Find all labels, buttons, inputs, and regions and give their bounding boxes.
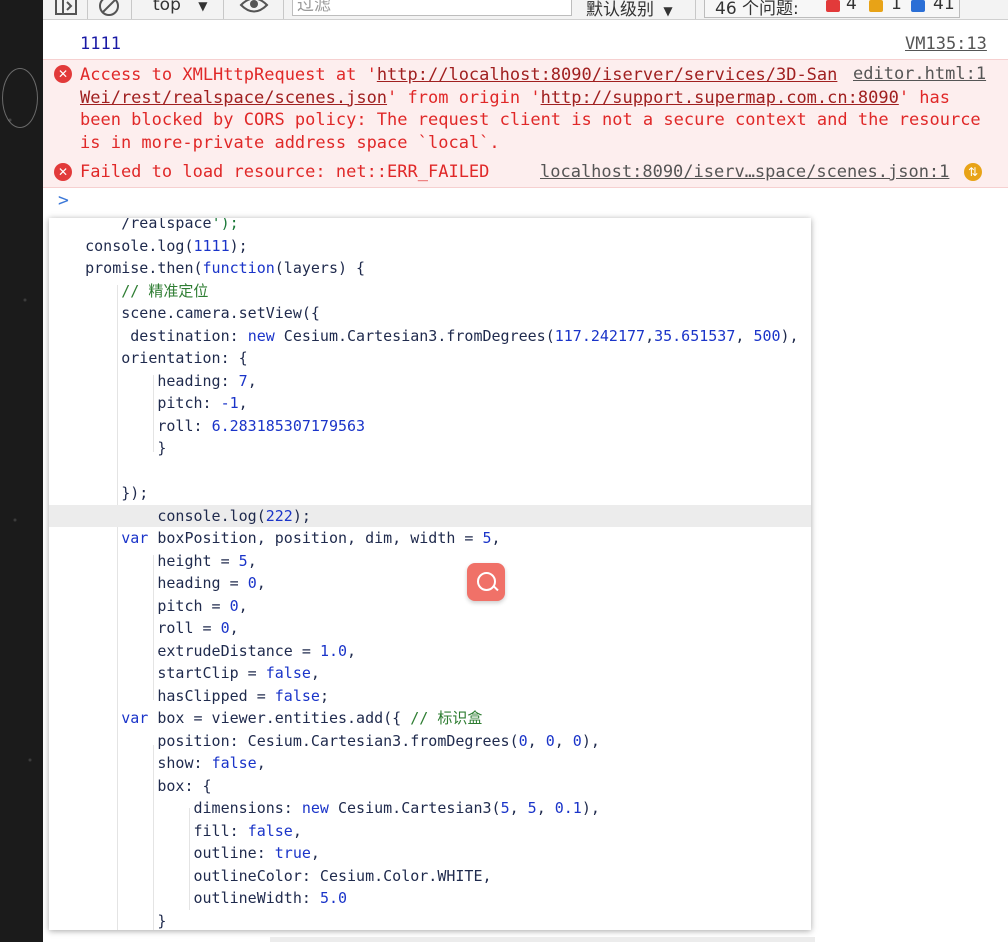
eye-icon[interactable]	[239, 0, 269, 19]
context-label: top	[153, 0, 181, 15]
filter-input[interactable]: 过滤	[292, 0, 572, 16]
toolbar-separator	[695, 0, 696, 19]
scroll-track[interactable]	[270, 937, 815, 942]
code-line: scene.camera.setView({	[49, 304, 320, 322]
code-line: promise.then(function(layers) {	[49, 259, 366, 277]
code-line: outline: true,	[49, 844, 320, 862]
info-icon	[911, 0, 925, 12]
error-message: Access to XMLHttpRequest at 'http://loca…	[80, 64, 985, 154]
code-preview-popup: /realspace'); console.log(1111); promise…	[49, 218, 811, 930]
background-strip	[0, 0, 43, 942]
log-source-link[interactable]: VM135:13	[905, 34, 987, 54]
request-url-link[interactable]: Wei/rest/realspace/scenes.json	[80, 88, 387, 108]
info-count: 41	[933, 0, 955, 14]
code-line: }	[49, 439, 167, 457]
context-selector[interactable]: top ▼	[153, 0, 208, 15]
background-ring	[2, 68, 38, 128]
console-error-row: ✕ Failed to load resource: net::ERR_FAIL…	[43, 158, 1008, 188]
code-line: outlineColor: Cesium.Color.WHITE,	[49, 866, 492, 885]
toolbar-separator	[283, 0, 284, 19]
code-line: // 精准定位	[121, 281, 209, 300]
log-message: 1111	[80, 34, 121, 54]
toolbar-separator	[223, 0, 224, 19]
code-line: }	[49, 911, 167, 930]
issues-counter[interactable]: 46 个问题: 4 1 41	[704, 0, 960, 19]
error-source-link[interactable]: localhost:8090/iserv…space/scenes.json:1	[540, 162, 949, 182]
error-text: ' has	[898, 87, 950, 108]
error-text: Access to XMLHttpRequest at '	[80, 65, 377, 85]
error-text: ' from origin '	[387, 87, 541, 108]
dropdown-arrow-icon: ▼	[663, 4, 673, 18]
error-count: 4	[846, 0, 857, 14]
code-line: var boxPosition, position, dim, width = …	[121, 529, 501, 547]
request-url-link[interactable]: http://localhost:8090/iserver/services/3…	[377, 65, 838, 85]
console-error-row: ✕ editor.html:1 Access to XMLHttpRequest…	[43, 59, 1008, 159]
log-level-selector[interactable]: 默认级别 ▼	[586, 0, 673, 20]
code-line: var box = viewer.entities.add({ // 标识盒	[121, 709, 483, 727]
code-line: /realspace');	[49, 218, 239, 232]
prompt-chevron-icon[interactable]: >	[58, 190, 69, 211]
issues-label: 46 个问题:	[715, 0, 799, 19]
code-line: pitch: -1,	[49, 394, 248, 412]
code-line: orientation: {	[49, 349, 248, 367]
console-log-row: 1111 VM135:13	[43, 30, 1008, 60]
network-request-icon[interactable]: ⇅	[964, 163, 982, 181]
code-line: roll: 6.283185307179563	[49, 416, 366, 435]
code-line: });	[49, 484, 149, 502]
warning-icon	[869, 0, 883, 12]
log-level-label: 默认级别	[586, 0, 654, 20]
warning-count: 1	[891, 0, 902, 14]
code-line: dimensions: new Cesium.Cartesian3(5, 5, …	[49, 799, 600, 817]
toolbar-separator	[131, 0, 132, 19]
code-line: fill: false,	[49, 821, 302, 840]
error-text: been blocked by CORS policy: The request…	[80, 110, 981, 131]
code-line: roll = 0,	[49, 619, 239, 637]
code-line: height = 5,	[49, 551, 257, 570]
code-line: console.log(222);	[49, 504, 811, 527]
search-magnifier-icon[interactable]	[467, 563, 505, 601]
code-line: box: {	[49, 776, 212, 795]
code-line: destination: new Cesium.Cartesian3.fromD…	[49, 326, 799, 345]
sidebar-toggle-icon[interactable]	[55, 0, 77, 19]
code-line: outlineWidth: 5.0	[49, 889, 348, 907]
dropdown-arrow-icon: ▼	[198, 0, 208, 13]
error-icon: ✕	[54, 65, 72, 83]
error-text: is in more-private address space `local`…	[80, 132, 500, 153]
code-line: startClip = false,	[49, 664, 320, 682]
code-line: position: Cesium.Cartesian3.fromDegrees(…	[49, 731, 600, 750]
code-line: heading = 0,	[49, 574, 266, 592]
code-line: pitch = 0,	[49, 596, 248, 615]
toolbar-separator	[87, 0, 88, 19]
code-line: console.log(1111);	[49, 236, 248, 255]
error-icon: ✕	[54, 163, 72, 181]
clear-console-icon[interactable]	[98, 0, 120, 19]
error-message: Failed to load resource: net::ERR_FAILED	[80, 162, 490, 182]
console-toolbar: top ▼ 过滤 默认级别 ▼ 46 个问题: 4 1 41	[43, 0, 1008, 20]
origin-url-link[interactable]: http://support.supermap.com.cn:8090	[541, 88, 899, 108]
code-line: show: false,	[49, 754, 266, 772]
code-line: extrudeDistance = 1.0,	[49, 641, 357, 660]
code-line: hasClipped = false;	[49, 686, 329, 705]
error-icon	[826, 0, 840, 12]
code-line: heading: 7,	[49, 371, 257, 390]
